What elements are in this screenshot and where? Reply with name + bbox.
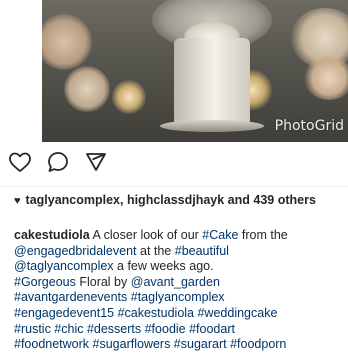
mention-link[interactable]: @engagedbridalevent — [14, 244, 137, 258]
caption-line: #Gorgeous Floral by @avant_garden — [14, 275, 344, 291]
divider — [0, 186, 348, 187]
likes-heart-icon: ♥ — [14, 195, 21, 207]
photo-cake — [174, 38, 250, 124]
caption-text: from the — [238, 228, 288, 242]
caption-line: @engagedbridalevent at the #beautiful — [14, 244, 344, 260]
photo-watermark: PhotoGrid — [274, 118, 344, 134]
photo-candle — [112, 80, 146, 114]
caption-line: cakestudiola A closer look of our #Cake … — [14, 228, 344, 244]
caption-text: at the — [136, 243, 175, 258]
caption-text: A closer look of our — [89, 228, 203, 242]
photo-cake-stand — [160, 120, 264, 132]
heart-icon[interactable] — [8, 150, 32, 174]
mention-link[interactable]: @avant_garden — [131, 275, 220, 289]
caption-text: Floral by — [75, 274, 131, 289]
photo-flowers — [304, 56, 348, 100]
post-photo[interactable]: PhotoGrid — [42, 0, 348, 142]
hashtag-line[interactable]: #engagedevent15 #cakestudiola #weddingca… — [14, 306, 344, 322]
hashtag-link[interactable]: #Cake — [202, 228, 238, 242]
mention-link[interactable]: @taglyancomplex — [14, 259, 114, 273]
caption-text: a few weeks ago. — [113, 259, 214, 274]
comment-icon[interactable] — [46, 150, 70, 174]
caption-username[interactable]: cakestudiola — [14, 228, 90, 242]
photo-flowers — [64, 66, 110, 112]
likes-text[interactable]: taglyancomplex, highclassdjhayk and 439 … — [26, 193, 316, 207]
hashtag-link[interactable]: #beautiful — [175, 244, 229, 258]
hashtag-link[interactable]: #Gorgeous — [14, 275, 76, 289]
hashtag-line[interactable]: #avantgardenevents #taglyancomplex — [14, 290, 344, 306]
caption-line: @taglyancomplex a few weeks ago. — [14, 259, 344, 275]
post-caption: cakestudiola A closer look of our #Cake … — [14, 228, 344, 353]
share-icon[interactable] — [84, 150, 108, 174]
likes-summary[interactable]: ♥ taglyancomplex, highclassdjhayk and 439… — [14, 192, 340, 209]
hashtag-line[interactable]: #rustic #chic #desserts #foodie #foodart — [14, 322, 344, 338]
post-action-bar — [8, 148, 108, 176]
photo-flowers — [42, 14, 92, 70]
hashtag-line[interactable]: #foodnetwork #sugarflowers #sugarart #fo… — [14, 337, 344, 353]
